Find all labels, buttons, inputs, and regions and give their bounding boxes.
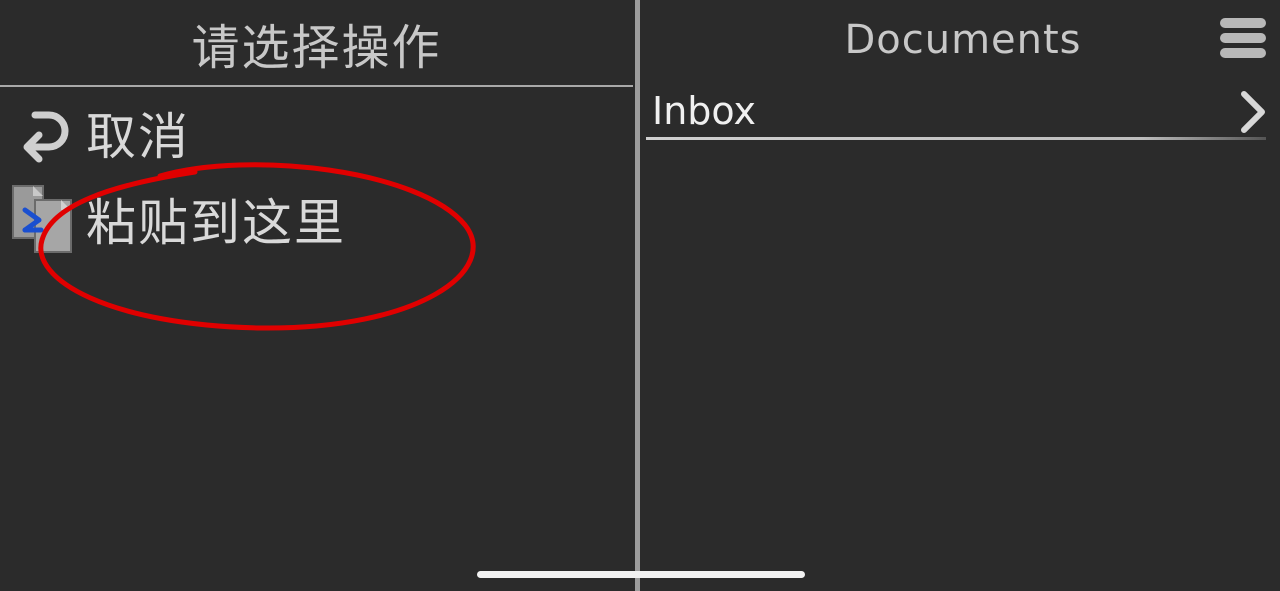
home-indicator[interactable] <box>477 571 805 578</box>
pane-splitter[interactable] <box>633 0 646 591</box>
folder-row-divider <box>646 137 1266 140</box>
paste-here-action[interactable]: 粘贴到这里 <box>10 184 570 254</box>
folder-panel: Documents Inbox <box>646 0 1280 591</box>
chevron-right-icon <box>1241 91 1265 133</box>
folder-panel-title: Documents <box>844 17 1082 63</box>
paste-icon <box>10 185 76 253</box>
cancel-action[interactable]: 取消 <box>10 98 570 168</box>
paste-here-label: 粘贴到这里 <box>86 194 346 252</box>
folder-name: Inbox <box>652 89 756 133</box>
action-panel-title: 请选择操作 <box>191 20 442 76</box>
folder-row-inbox[interactable]: Inbox <box>646 82 1280 140</box>
action-panel: 请选择操作 取消 粘贴到这里 <box>0 0 633 591</box>
undo-icon <box>10 100 76 166</box>
title-divider <box>0 85 633 87</box>
hamburger-menu-icon[interactable] <box>1220 18 1266 62</box>
file-browser-screen: 请选择操作 取消 粘贴到这里 Documents Inbox <box>0 0 1280 591</box>
cancel-label: 取消 <box>86 108 190 166</box>
